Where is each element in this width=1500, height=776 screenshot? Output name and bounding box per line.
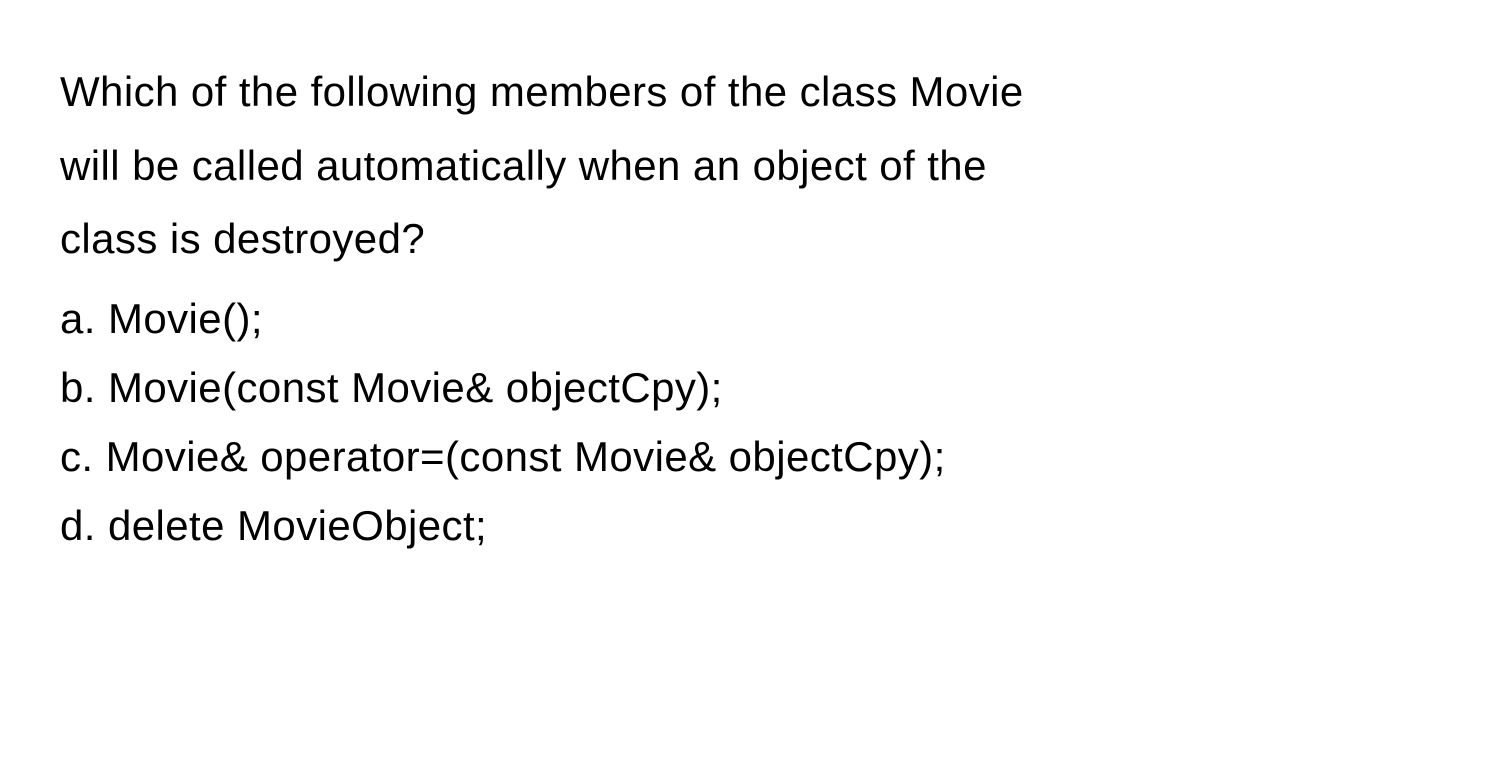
question-line-2: will be called automatically when an obj… — [60, 129, 1440, 203]
option-b: b. Movie(const Movie& objectCpy); — [60, 353, 1440, 422]
question-line-3: class is destroyed? — [60, 202, 1440, 276]
question-line-1: Which of the following members of the cl… — [60, 55, 1440, 129]
question-text: Which of the following members of the cl… — [60, 55, 1440, 276]
option-a: a. Movie(); — [60, 284, 1440, 353]
option-c: c. Movie& operator=(const Movie& objectC… — [60, 422, 1440, 491]
option-d: d. delete MovieObject; — [60, 491, 1440, 560]
question-content: Which of the following members of the cl… — [60, 55, 1440, 561]
